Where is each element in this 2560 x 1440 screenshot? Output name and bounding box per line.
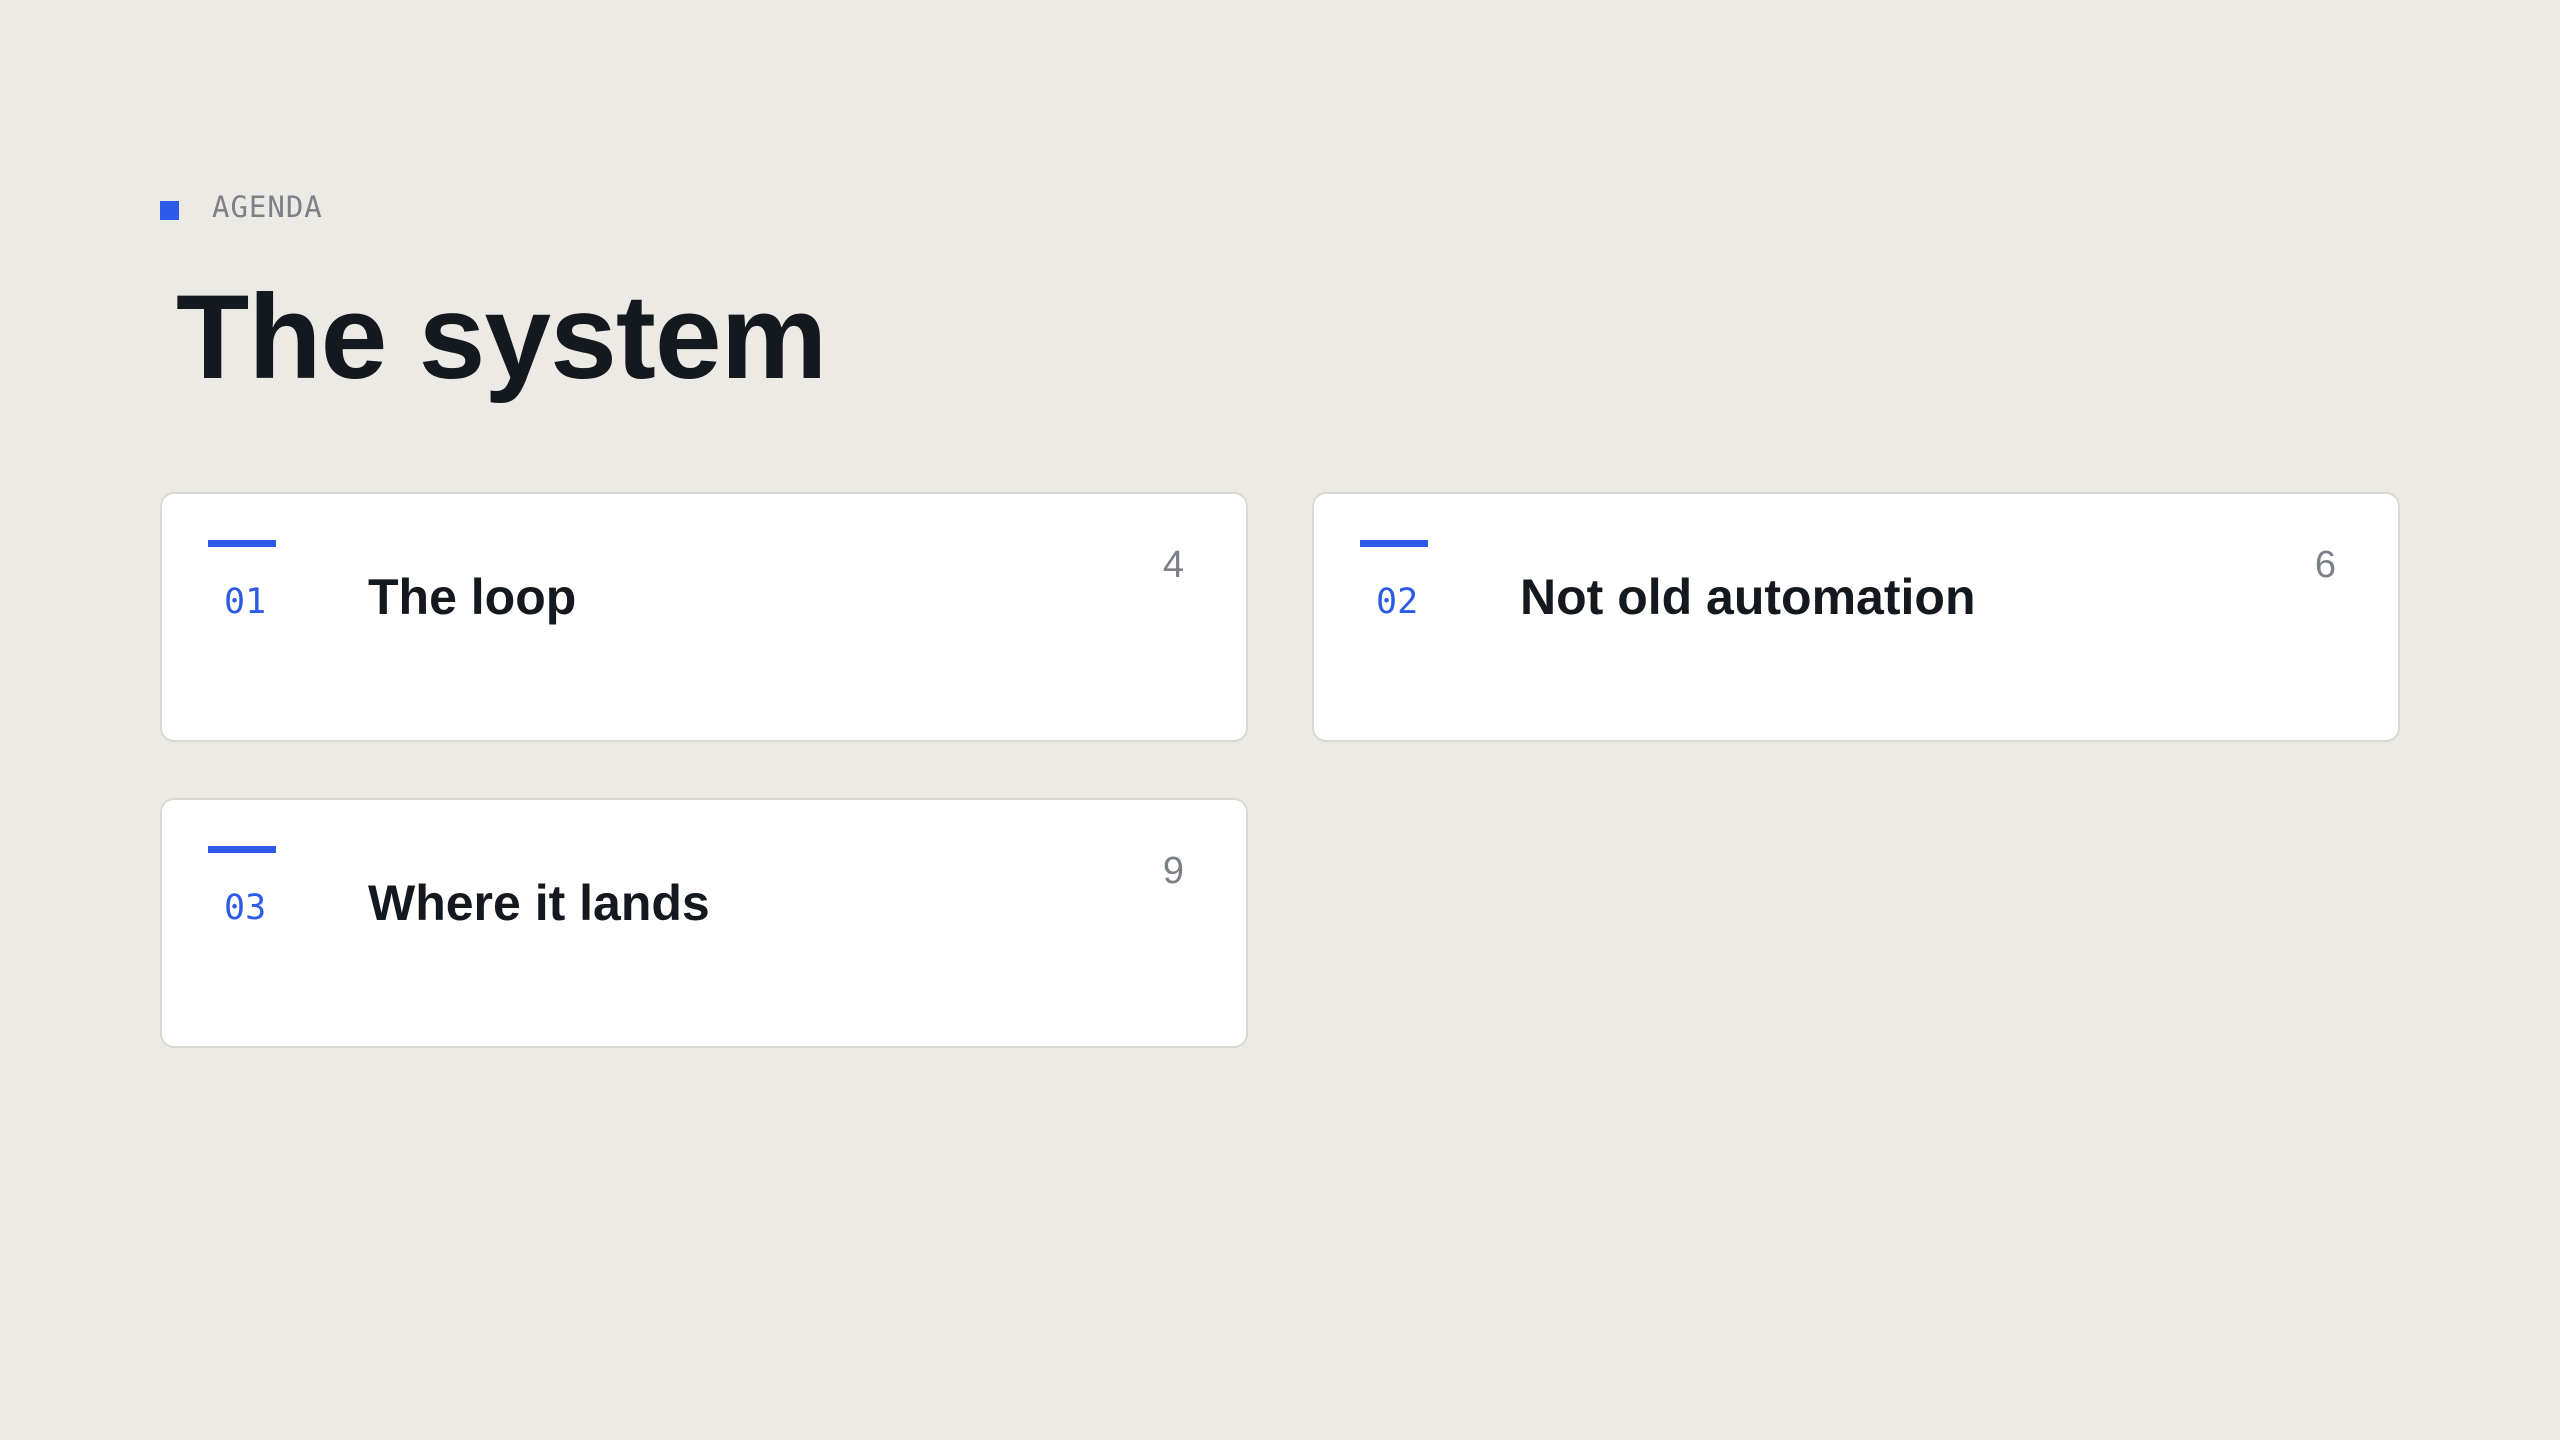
agenda-card-index: 02 — [1376, 582, 1419, 622]
accent-bar-icon — [208, 846, 276, 853]
agenda-card-label: Where it lands — [368, 875, 710, 931]
agenda-card[interactable]: 02 Not old automation 6 — [1312, 492, 2400, 742]
agenda-card-page: 9 — [1162, 850, 1184, 892]
page-title: The system — [176, 270, 827, 404]
agenda-card-page: 6 — [2314, 544, 2336, 586]
agenda-card-label: Not old automation — [1520, 569, 1976, 625]
accent-square-icon — [160, 200, 179, 220]
agenda-card-index: 03 — [224, 888, 267, 928]
agenda-card[interactable]: 03 Where it lands 9 — [160, 798, 1248, 1048]
eyebrow-label: AGENDA — [212, 190, 323, 224]
eyebrow: AGENDA — [160, 190, 323, 224]
agenda-grid: 01 The loop 4 02 Not old automation 6 03… — [160, 492, 2400, 1048]
agenda-card-label: The loop — [368, 569, 577, 625]
agenda-card[interactable]: 01 The loop 4 — [160, 492, 1248, 742]
agenda-card-page: 4 — [1162, 544, 1184, 586]
accent-bar-icon — [208, 540, 276, 547]
agenda-card-index: 01 — [224, 582, 267, 622]
accent-bar-icon — [1360, 540, 1428, 547]
